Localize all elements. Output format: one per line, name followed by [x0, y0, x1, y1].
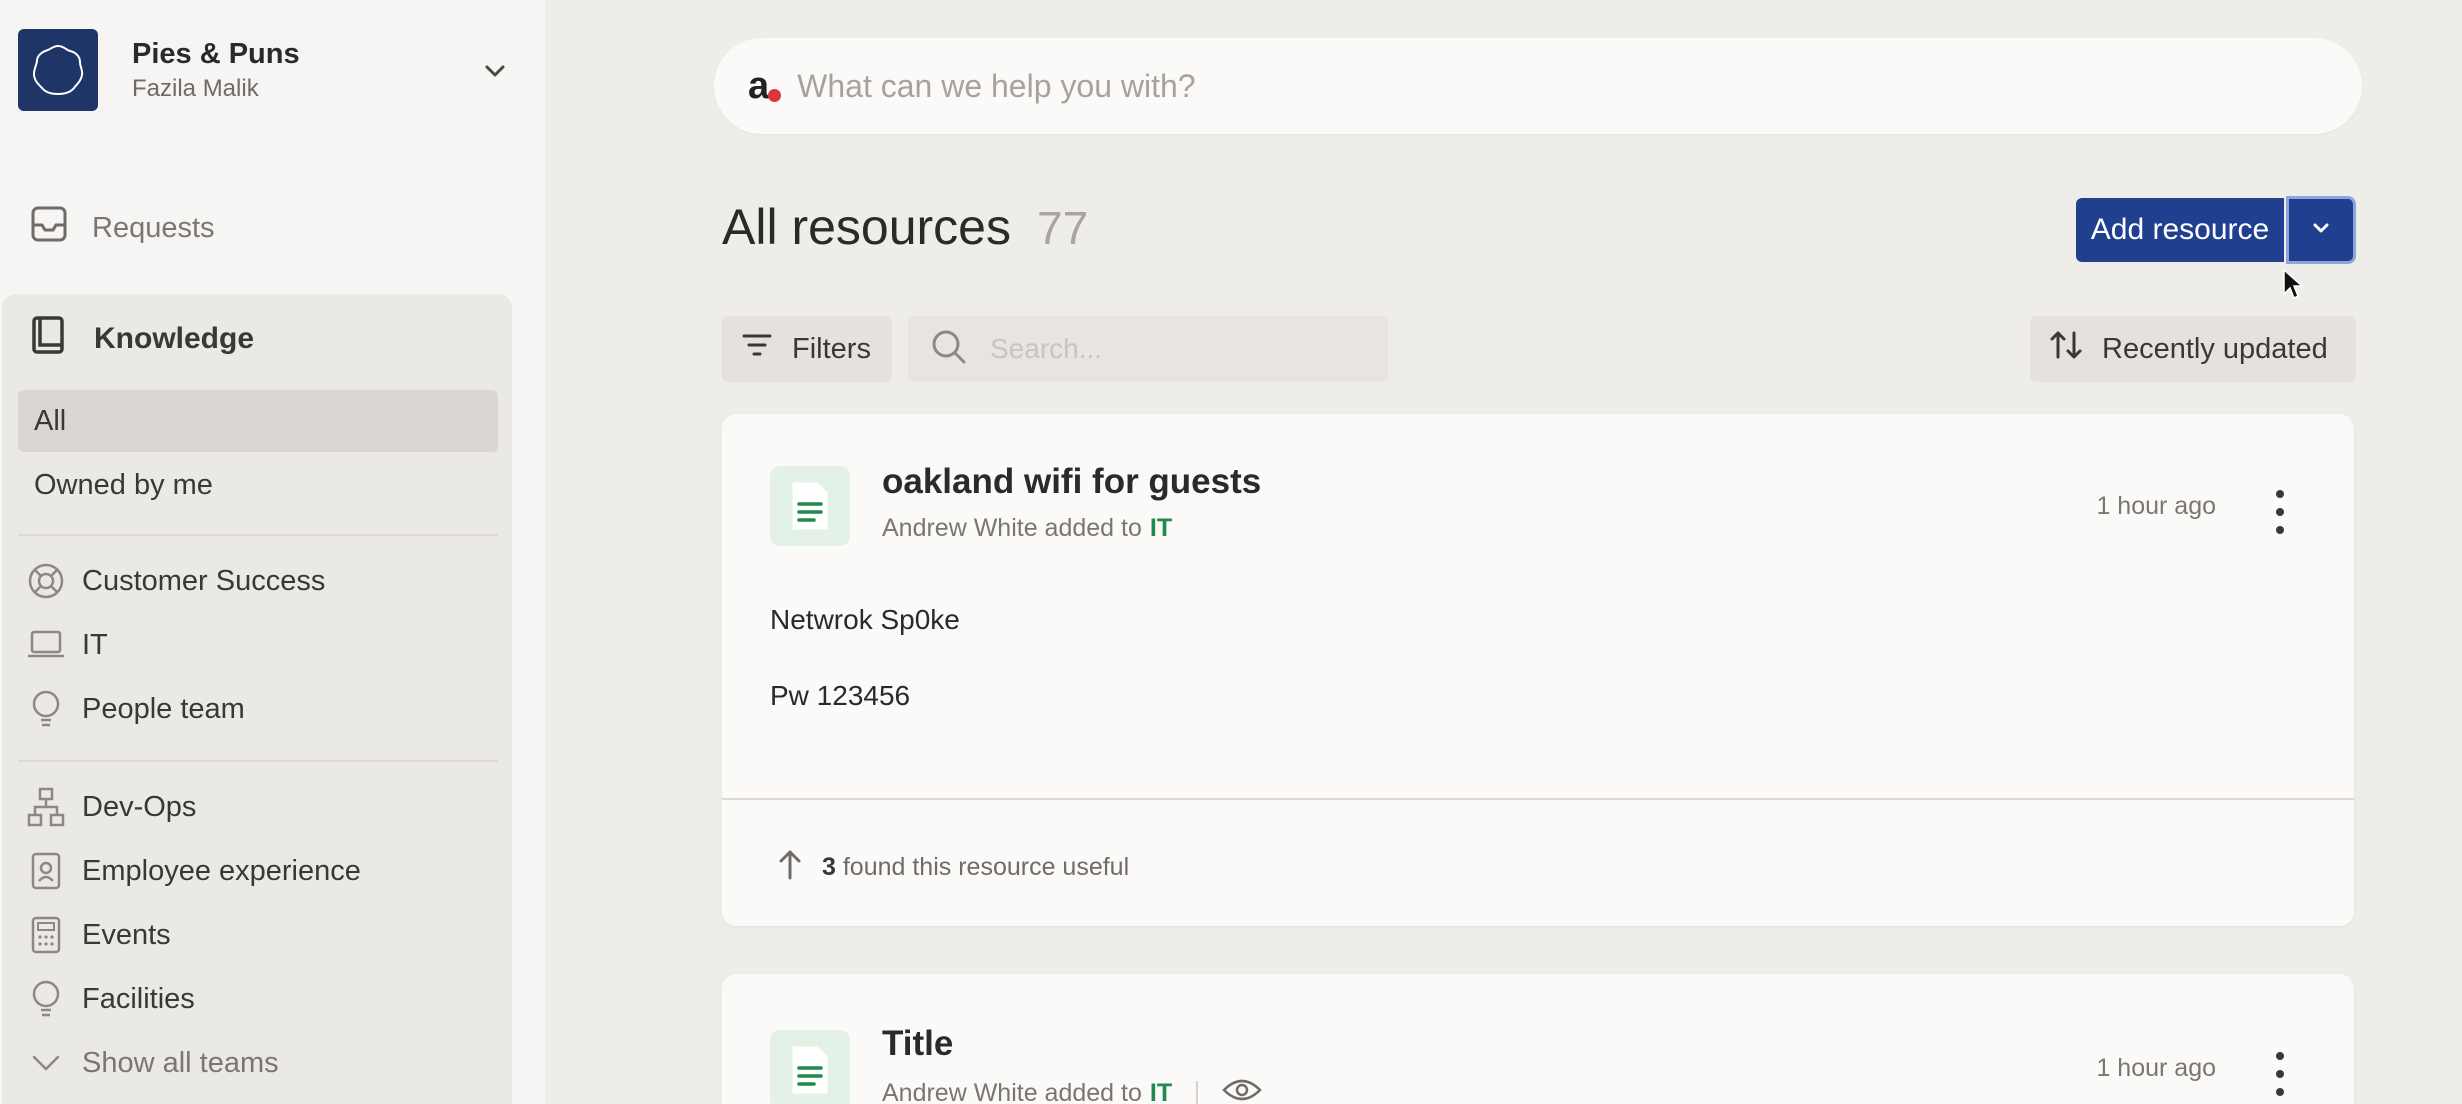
- team-people[interactable]: People team: [26, 684, 245, 734]
- show-all-teams[interactable]: Show all teams: [26, 1038, 279, 1088]
- team-dev-ops[interactable]: Dev-Ops: [26, 782, 196, 832]
- lightbulb-icon: [26, 689, 66, 729]
- nav-knowledge-label: Knowledge: [94, 322, 255, 355]
- nav-requests-label: Requests: [92, 211, 215, 244]
- team-label: Customer Success: [82, 564, 326, 597]
- brand-logo: a: [748, 65, 782, 108]
- document-icon: [770, 1030, 850, 1104]
- resource-meta: Andrew White added to IT: [882, 514, 1172, 543]
- resource-team-link[interactable]: IT: [1150, 514, 1172, 543]
- sidebar: Pies & Puns Fazila Malik Requests Knowle…: [0, 0, 545, 1104]
- resource-team-link[interactable]: IT: [1150, 1079, 1172, 1104]
- lightbulb-icon: [26, 979, 66, 1019]
- team-label: Employee experience: [82, 854, 361, 887]
- resource-title[interactable]: oakland wifi for guests: [882, 462, 1261, 502]
- user-name: Fazila Malik: [132, 74, 259, 102]
- resource-author: Andrew White added to: [882, 1079, 1142, 1104]
- eye-icon: [1222, 1076, 1262, 1104]
- chevron-down-icon: [2308, 215, 2334, 246]
- add-resource-dropdown[interactable]: [2286, 196, 2356, 264]
- team-facilities[interactable]: Facilities: [26, 974, 195, 1024]
- team-employee-experience[interactable]: Employee experience: [26, 846, 361, 896]
- useful-indicator[interactable]: 3 found this resource useful: [778, 848, 1129, 887]
- inbox-icon: [30, 205, 68, 251]
- nav-requests[interactable]: Requests: [30, 204, 215, 252]
- sort-button[interactable]: Recently updated: [2030, 316, 2356, 382]
- org-logo: [18, 29, 98, 111]
- more-options-icon[interactable]: [2270, 490, 2290, 534]
- divider: [1196, 1080, 1199, 1104]
- document-icon: [770, 466, 850, 546]
- search-icon: [930, 328, 968, 371]
- sitemap-icon: [26, 787, 66, 827]
- resource-card[interactable]: oakland wifi for guests Andrew White add…: [722, 414, 2354, 926]
- team-label: Events: [82, 918, 171, 951]
- knowledge-filter-owned[interactable]: Owned by me: [18, 454, 498, 516]
- resource-count: 77: [1037, 202, 1089, 254]
- resource-body-line: Netwrok Sp0ke: [770, 604, 960, 635]
- lifebuoy-icon: [26, 561, 66, 601]
- resource-time: 1 hour ago: [2096, 492, 2216, 520]
- team-customer-success[interactable]: Customer Success: [26, 556, 325, 606]
- page-title: All resources: [722, 199, 1011, 255]
- badge-icon: [26, 851, 66, 891]
- resource-meta: Andrew White added to IT: [882, 1076, 1262, 1104]
- team-label: IT: [82, 628, 108, 661]
- useful-text: 3 found this resource useful: [822, 853, 1130, 881]
- filters-button[interactable]: Filters: [722, 316, 892, 382]
- filters-label: Filters: [792, 332, 871, 365]
- team-label: People team: [82, 692, 245, 725]
- org-switcher[interactable]: Pies & Puns Fazila Malik: [18, 28, 518, 112]
- knowledge-filter-all[interactable]: All: [18, 390, 498, 452]
- resource-author: Andrew White added to: [882, 514, 1142, 542]
- sort-label: Recently updated: [2102, 332, 2328, 365]
- show-all-label: Show all teams: [82, 1046, 279, 1079]
- filter-icon: [742, 332, 772, 366]
- chevron-down-icon[interactable]: [480, 56, 510, 91]
- divider: [722, 798, 2354, 800]
- team-label: Facilities: [82, 982, 195, 1015]
- mouse-cursor-icon: [2282, 268, 2304, 307]
- resource-search-placeholder: Search...: [990, 333, 1103, 364]
- divider: [18, 534, 498, 536]
- chevron-down-icon: [26, 1043, 66, 1083]
- global-search-placeholder: What can we help you with?: [797, 67, 1196, 104]
- book-icon: [30, 315, 66, 363]
- more-options-icon[interactable]: [2270, 1052, 2290, 1096]
- knowledge-panel: Knowledge All Owned by me Customer Succe…: [2, 294, 512, 1104]
- sort-icon: [2048, 329, 2084, 369]
- calculator-icon: [26, 915, 66, 955]
- add-resource-button[interactable]: Add resource: [2076, 198, 2284, 262]
- resource-body-line: Pw 123456: [770, 680, 911, 711]
- org-name: Pies & Puns: [132, 37, 300, 70]
- resource-card[interactable]: Title Andrew White added to IT 1 hour ag…: [722, 974, 2354, 1104]
- laptop-icon: [26, 625, 66, 665]
- nav-knowledge[interactable]: Knowledge: [30, 314, 254, 364]
- team-label: Dev-Ops: [82, 790, 197, 823]
- arrow-up-icon: [778, 848, 802, 887]
- resource-search-input[interactable]: Search...: [908, 316, 1388, 382]
- resource-title[interactable]: Title: [882, 1024, 953, 1064]
- team-it[interactable]: IT: [26, 620, 108, 670]
- team-events[interactable]: Events: [26, 910, 171, 960]
- global-search[interactable]: a What can we help you with?: [714, 38, 2362, 134]
- page-header: All resources 77: [722, 198, 1088, 258]
- resource-time: 1 hour ago: [2096, 1054, 2216, 1082]
- divider: [18, 760, 498, 762]
